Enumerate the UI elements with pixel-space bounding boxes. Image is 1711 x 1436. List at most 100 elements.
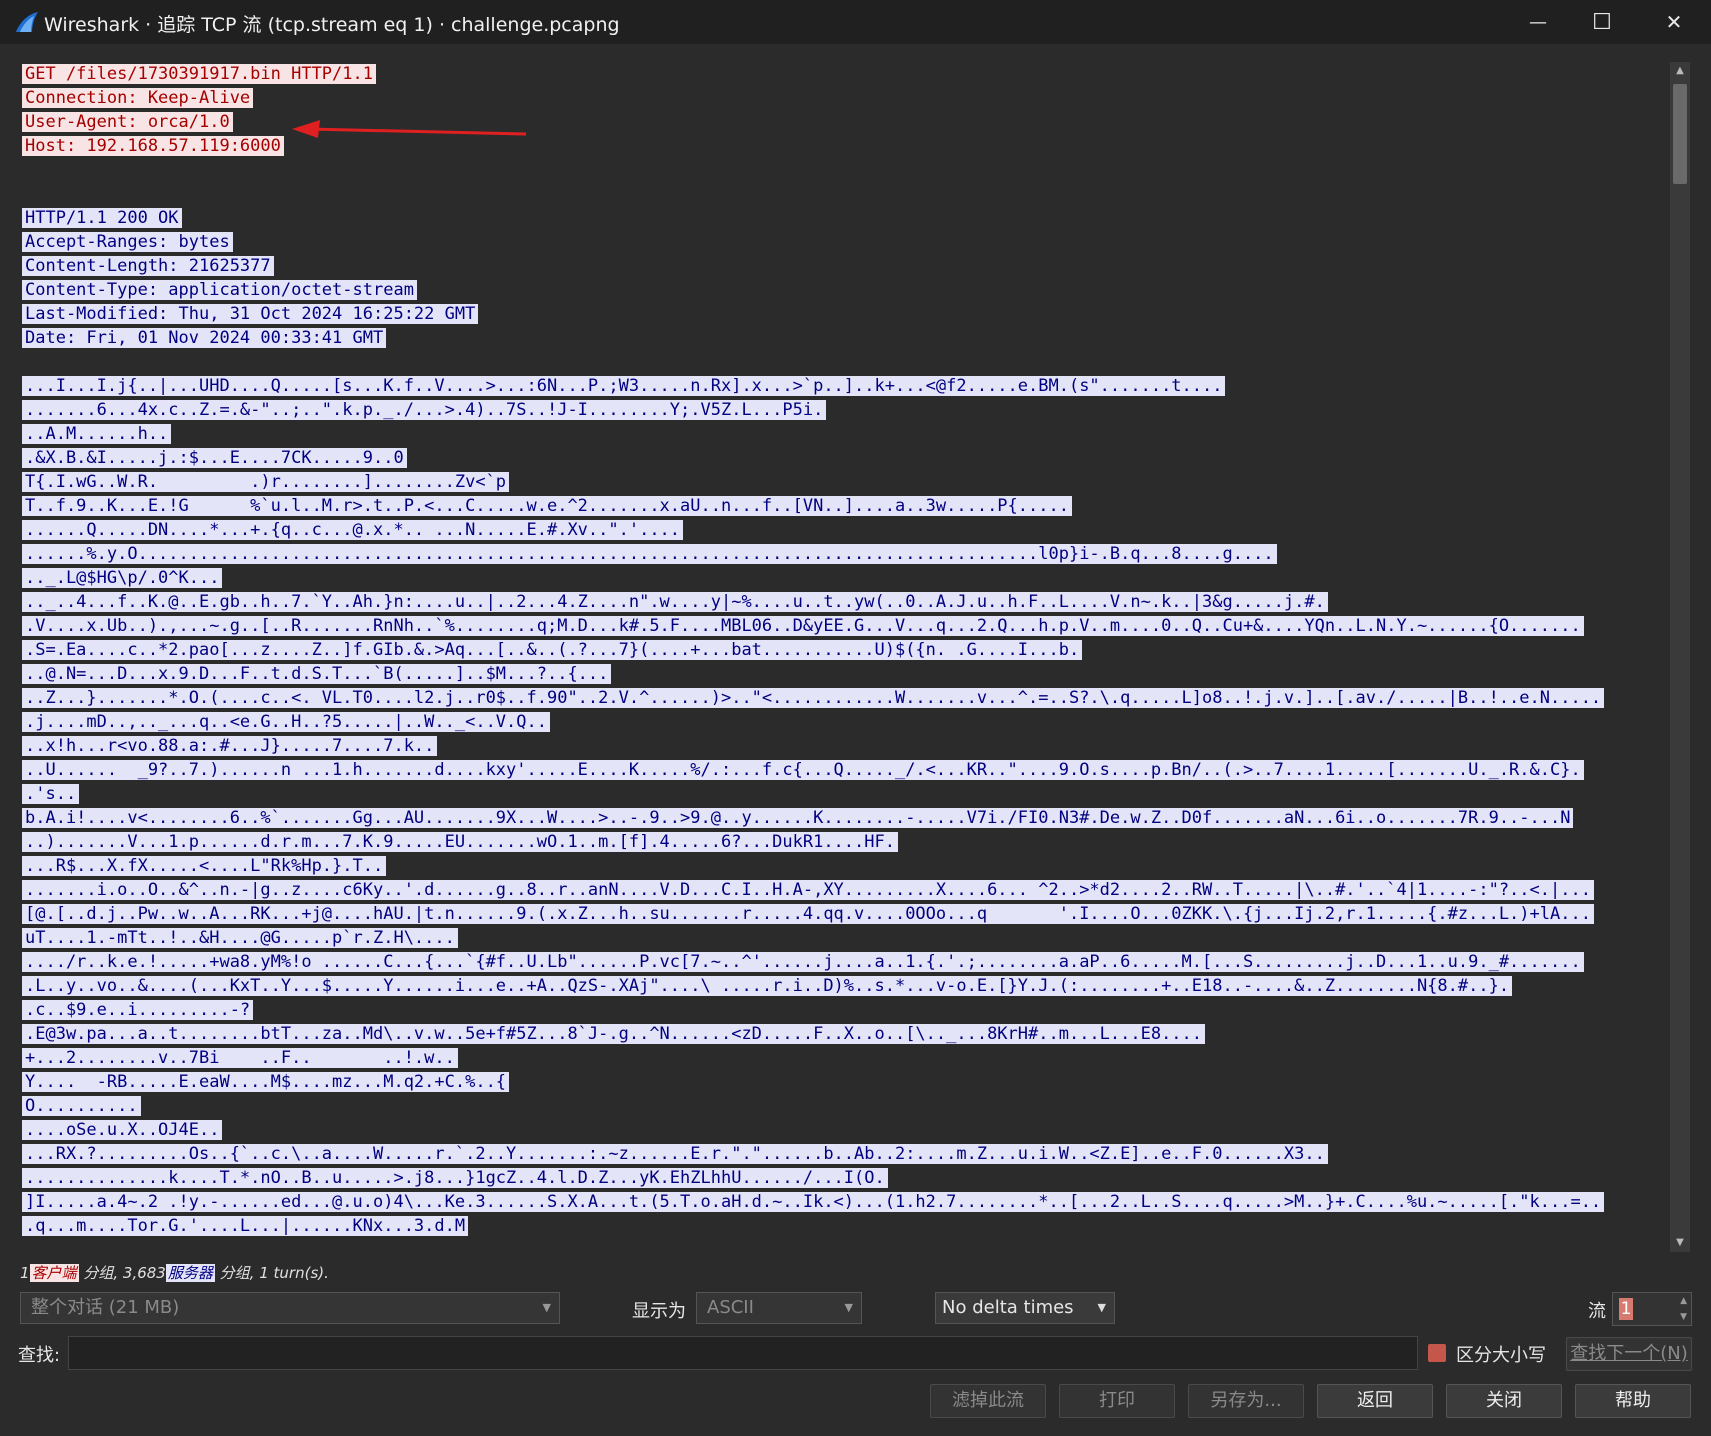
find-input[interactable]: [68, 1336, 1418, 1370]
server-body-block: ...I...I.j{..|...UHD....Q.....[s...K.f..…: [22, 374, 1672, 1238]
case-sensitive-label: 区分大小写: [1456, 1345, 1546, 1366]
server-header-line: Date: Fri, 01 Nov 2024 00:33:41 GMT: [22, 326, 1672, 350]
server-body-line-text: ..@.N=...D...x.9.D...F..t.d.S.T...`B(...…: [22, 664, 612, 684]
conversation-select[interactable]: 整个对话 (21 MB) ▼: [20, 1292, 560, 1324]
client-tag: 客户端: [29, 1264, 79, 1282]
delta-times-select[interactable]: No delta times ▼: [935, 1292, 1115, 1324]
case-sensitive-checkbox[interactable]: [1428, 1344, 1446, 1362]
server-body-line: ..@.N=...D...x.9.D...F..t.d.S.T...`B(...…: [22, 662, 1672, 686]
close-window-button[interactable]: ✕: [1644, 0, 1704, 44]
server-body-line: ..U...... _9?..7.)......n ...1.h.......d…: [22, 758, 1672, 782]
chevron-down-icon: ▼: [844, 1301, 853, 1314]
server-body-line: +...2........v..7Bi ..F.. ..!.w..: [22, 1046, 1672, 1070]
close-icon: ✕: [1665, 10, 1683, 34]
server-body-line-text: O..........: [22, 1096, 141, 1116]
server-body-line-text: [@.[..d.j..Pw..w..A...RK...+j@....hAU.|t…: [22, 904, 1594, 924]
window-title: Wireshark · 追踪 TCP 流 (tcp.stream eq 1) ·…: [44, 14, 620, 36]
chevron-down-icon: ▼: [542, 1301, 551, 1314]
back-button[interactable]: 返回: [1317, 1384, 1433, 1418]
client-suffix: 分组,: [83, 1264, 119, 1282]
server-body-line-text: .c..$9.e..i.........-?: [22, 1000, 254, 1020]
server-body-line: ....oSe.u.X..OJ4E..: [22, 1118, 1672, 1142]
server-body-line-text: .V....x.Ub..).,...~.g..[..R.......RnNh..…: [22, 616, 1584, 636]
server-header-line-text: HTTP/1.1 200 OK: [22, 208, 182, 228]
server-body-line: .q...m....Tor.G.'....L...|......KNx...3.…: [22, 1214, 1672, 1238]
server-body-line-text: .&X.B.&I.....j.:$...E....7CK.....9..0: [22, 448, 407, 468]
server-body-line: T{.I.wG..W.R. .)r........]........Zv<`p: [22, 470, 1672, 494]
spin-up-icon[interactable]: ▲: [1680, 1296, 1687, 1306]
print-button[interactable]: 打印: [1059, 1384, 1175, 1418]
server-suffix: 分组,: [219, 1264, 255, 1282]
server-header-line: Last-Modified: Thu, 31 Oct 2024 16:25:22…: [22, 302, 1672, 326]
server-body-line-text: b.A.i!....v<........6..%`.......Gg...AU.…: [22, 808, 1574, 828]
server-body-line-text: .._.L@$HG\p/.0^K...: [22, 568, 223, 588]
conversation-select-value: 整个对话 (21 MB): [31, 1297, 180, 1318]
server-body-line-text: .q...m....Tor.G.'....L...|......KNx...3.…: [22, 1216, 469, 1236]
server-body-line-text: ..Z...}.......*.O.(....c..<. VL.T0....l2…: [22, 688, 1605, 708]
server-body-line: T..f.9..K...E.!G %`u.l..M.r>.t..P.<...C.…: [22, 494, 1672, 518]
spin-down-icon[interactable]: ▼: [1680, 1312, 1687, 1322]
server-body-line: ..A.M......h..: [22, 422, 1672, 446]
server-body-line: .j....mD..,.._...q..<e.G..H..?5.....|..W…: [22, 710, 1672, 734]
scroll-down-arrow-icon[interactable]: ▼: [1670, 1234, 1690, 1252]
help-button[interactable]: 帮助: [1575, 1384, 1691, 1418]
find-label: 查找:: [18, 1345, 61, 1366]
scroll-up-arrow-icon[interactable]: ▲: [1670, 62, 1690, 80]
server-packet-count: 3,683: [122, 1264, 166, 1282]
save-as-button[interactable]: 另存为...: [1188, 1384, 1304, 1418]
vertical-scrollbar[interactable]: ▲ ▼: [1670, 62, 1690, 1252]
find-next-button[interactable]: 查找下一个(N): [1566, 1337, 1692, 1371]
server-body-line-text: .......i.o..O..&^..n.-|g..z....c6Ky..'.d…: [22, 880, 1594, 900]
server-body-line: .L..y..vo..&....(...KxT..Y...$.....Y....…: [22, 974, 1672, 998]
client-line: Connection: Keep-Alive: [22, 86, 1672, 110]
server-body-line-text: T..f.9..K...E.!G %`u.l..M.r>.t..P.<...C.…: [22, 496, 1072, 516]
server-body-line-text: T{.I.wG..W.R. .)r........]........Zv<`p: [22, 472, 510, 492]
stream-content[interactable]: GET /files/1730391917.bin HTTP/1.1 Connec…: [22, 62, 1672, 1252]
server-body-line: .&X.B.&I.....j.:$...E....7CK.....9..0: [22, 446, 1672, 470]
server-header-line-text: Date: Fri, 01 Nov 2024 00:33:41 GMT: [22, 328, 387, 348]
wireshark-fin-icon: [16, 12, 38, 32]
server-body-line-text: ..A.M......h..: [22, 424, 172, 444]
display-as-label: 显示为: [632, 1301, 686, 1322]
client-packet-count: 1: [20, 1264, 30, 1282]
client-line-text: GET /files/1730391917.bin HTTP/1.1: [22, 64, 376, 84]
annotation-arrow: [292, 120, 527, 138]
server-body-line-text: ..../r..k.e.!.....+wa8.yM%!o ......C...{…: [22, 952, 1584, 972]
server-body-line: ..).......V...1.p......d.r.m...7.K.9....…: [22, 830, 1672, 854]
server-body-line-text: .......6...4x.c..Z.=.&-"..;..".k.p._./..…: [22, 400, 827, 420]
server-body-line: .'s..: [22, 782, 1672, 806]
client-line-text: User-Agent: orca/1.0: [22, 112, 233, 132]
server-body-line-text: ..............k....T.*.nO..B..u.....>.j8…: [22, 1168, 888, 1188]
maximize-icon: ☐: [1592, 9, 1612, 35]
server-header-line: Content-Length: 21625377: [22, 254, 1672, 278]
title-bar: Wireshark · 追踪 TCP 流 (tcp.stream eq 1) ·…: [0, 0, 1711, 44]
display-as-select[interactable]: ASCII ▼: [696, 1292, 862, 1324]
close-button[interactable]: 关闭: [1446, 1384, 1562, 1418]
server-body-line-text: ..x!h...r<vo.88.a:.#...J}.....7....7.k..: [22, 736, 438, 756]
client-line: Host: 192.168.57.119:6000: [22, 134, 1672, 158]
scroll-thumb[interactable]: [1673, 84, 1687, 184]
server-body-line: uT....1.-mTt..!..&H....@G.....p`r.Z.H\..…: [22, 926, 1672, 950]
server-body-line: ......Q.....DN....*...+.{q..c...@.x.*.. …: [22, 518, 1672, 542]
server-body-line: .S=.Ea....c..*2.pao[...z....Z..]f.GIb.&.…: [22, 638, 1672, 662]
server-body-line-text: .._..4...f..K.@..E.gb..h..7.`Y..Ah.}n:..…: [22, 592, 1328, 612]
server-header-block: HTTP/1.1 200 OK Accept-Ranges: bytes Conte…: [22, 206, 1672, 350]
filter-out-stream-button[interactable]: 滤掉此流: [930, 1384, 1046, 1418]
client-line-text: Host: 192.168.57.119:6000: [22, 136, 284, 156]
server-body-line: ]I.....a.4~.2 .!y.-......ed...@.u.o)4\..…: [22, 1190, 1672, 1214]
maximize-button[interactable]: ☐: [1572, 0, 1632, 44]
client-request-block: GET /files/1730391917.bin HTTP/1.1 Connec…: [22, 62, 1672, 158]
server-header-line-text: Accept-Ranges: bytes: [22, 232, 233, 252]
server-body-line: .._..4...f..K.@..E.gb..h..7.`Y..Ah.}n:..…: [22, 590, 1672, 614]
server-body-line-text: ...RX.?.........Os..{`..c.\..a....W.....…: [22, 1144, 1328, 1164]
server-body-line: ...R$...X.fX.....<....L"Rk%Hp.}.T..: [22, 854, 1672, 878]
minimize-button[interactable]: —: [1508, 0, 1568, 44]
stream-number-spinbox[interactable]: 1 ▲ ▼: [1612, 1292, 1692, 1326]
minimize-icon: —: [1529, 11, 1547, 33]
server-body-line-text: ......Q.....DN....*...+.{q..c...@.x.*.. …: [22, 520, 684, 540]
server-body-line: .._.L@$HG\p/.0^K...: [22, 566, 1672, 590]
server-body-line: ...RX.?.........Os..{`..c.\..a....W.....…: [22, 1142, 1672, 1166]
server-header-line: Content-Type: application/octet-stream: [22, 278, 1672, 302]
server-header-line-text: Content-Length: 21625377: [22, 256, 274, 276]
server-body-line: .c..$9.e..i.........-?: [22, 998, 1672, 1022]
